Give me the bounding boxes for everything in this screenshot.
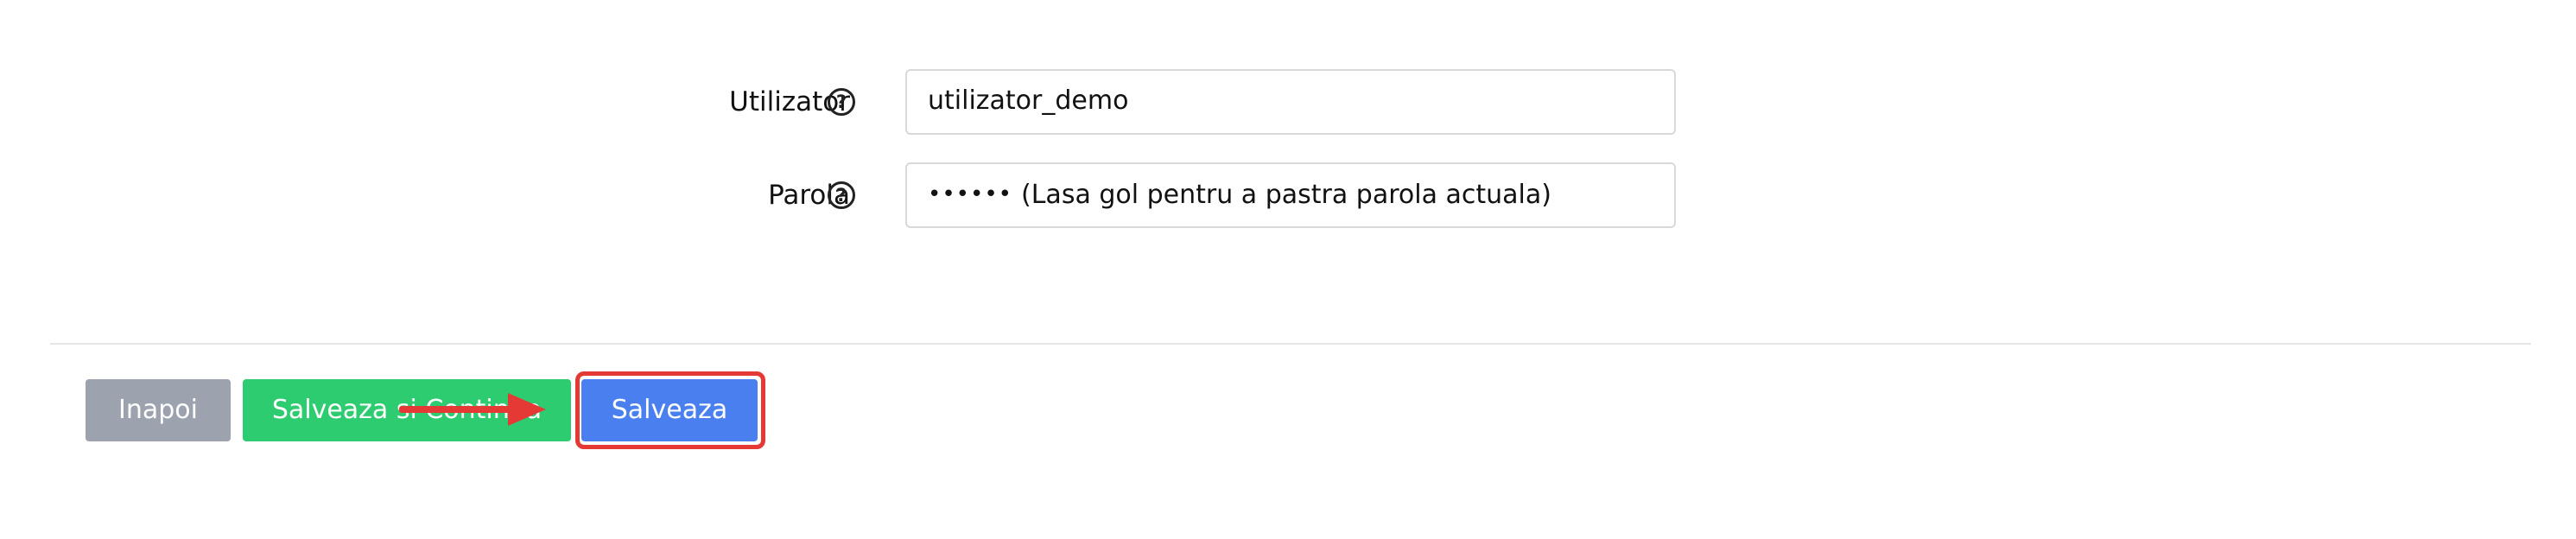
question-circle-icon[interactable]: ? [828,181,855,209]
annotation-arrow-shaft [399,406,511,413]
back-button[interactable]: Inapoi [86,379,231,441]
password-mask: •••••• [928,181,1013,207]
password-row: Parola ? •••••• (Lasa gol pentru a pastra… [0,162,2576,228]
edit-user-form: Utilizator ? utilizator_demo Parola ? ••… [0,0,2576,539]
annotation-arrow-icon [508,393,546,426]
password-input[interactable]: •••••• (Lasa gol pentru a pastra parola a… [905,162,1676,228]
save-button-highlight [575,371,765,449]
username-input[interactable]: utilizator_demo [905,69,1676,135]
password-placeholder: (Lasa gol pentru a pastra parola actuala… [1021,180,1551,210]
username-row: Utilizator ? utilizator_demo [0,69,2576,135]
question-circle-icon[interactable]: ? [828,88,855,116]
form-divider [50,343,2531,345]
